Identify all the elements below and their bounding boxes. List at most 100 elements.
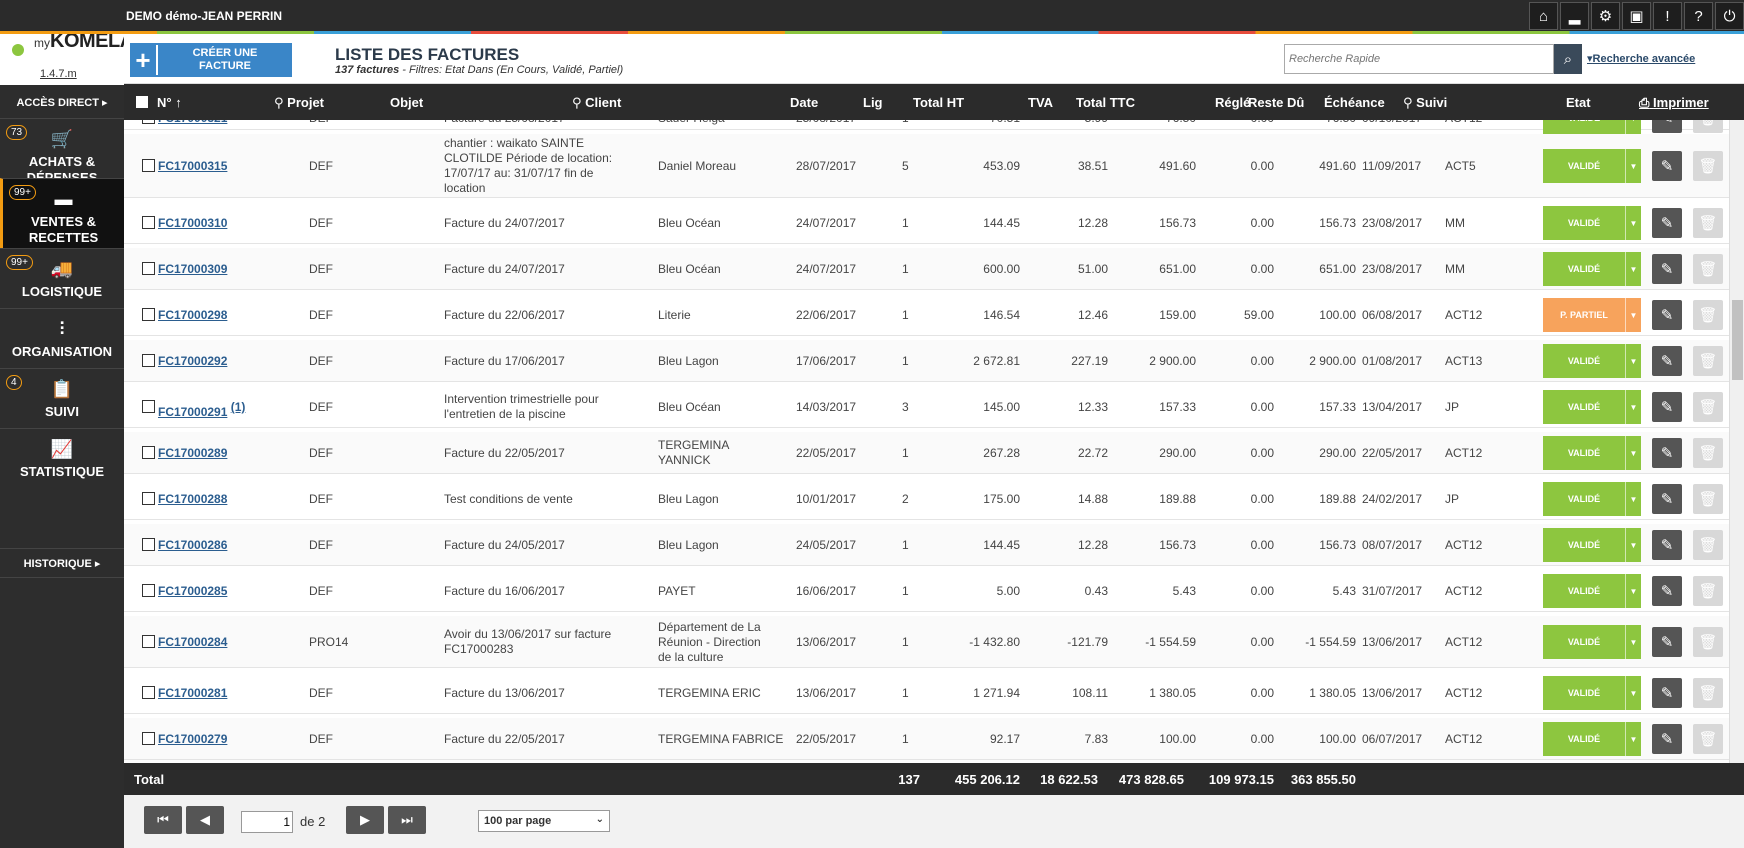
edit-button[interactable]: ✎ bbox=[1652, 724, 1682, 754]
table-row[interactable]: FC17000315 DEF chantier : waikato SAINTE CL… bbox=[124, 134, 1729, 198]
sidebar-item-suivi[interactable]: 4 📋 SUIVI bbox=[0, 368, 124, 428]
alert-button[interactable]: ! bbox=[1653, 2, 1682, 30]
status-dropdown[interactable]: VALIDÉ▼ bbox=[1543, 482, 1641, 516]
table-row[interactable]: FC17000288 DEF Test conditions de vente Ble… bbox=[124, 478, 1729, 520]
col-regle[interactable]: Réglé bbox=[1215, 95, 1250, 110]
status-dropdown[interactable]: VALIDÉ▼ bbox=[1543, 722, 1641, 756]
status-dropdown[interactable]: VALIDÉ▼ bbox=[1543, 625, 1641, 659]
row-checkbox[interactable] bbox=[142, 538, 155, 551]
version-link[interactable]: 1.4.7.m bbox=[40, 68, 77, 80]
col-total-ttc[interactable]: Total TTC bbox=[1076, 95, 1135, 110]
delete-button[interactable]: 🗑 bbox=[1693, 627, 1723, 657]
delete-button[interactable]: 🗑 bbox=[1693, 208, 1723, 238]
attachment-count-link[interactable]: (1) bbox=[231, 400, 246, 414]
per-page-select[interactable]: 100 par page ⌄ bbox=[478, 810, 610, 832]
help-button[interactable]: ? bbox=[1684, 2, 1713, 30]
first-page-button[interactable]: ⏮ bbox=[144, 806, 182, 834]
print-link[interactable]: ⎙ Imprimer bbox=[1639, 95, 1709, 111]
edit-button[interactable]: ✎ bbox=[1652, 392, 1682, 422]
edit-button[interactable]: ✎ bbox=[1652, 346, 1682, 376]
delete-button[interactable]: 🗑 bbox=[1693, 151, 1723, 181]
invoice-number-link[interactable]: FC17000281 bbox=[158, 686, 227, 700]
sidebar-item-achats[interactable]: 73🛒ACHATS &DÉPENSES bbox=[0, 118, 124, 185]
row-checkbox[interactable] bbox=[142, 159, 155, 172]
table-row[interactable]: FC17000281 DEF Facture du 13/06/2017 TERGEM… bbox=[124, 672, 1729, 714]
next-page-button[interactable]: ▶ bbox=[346, 806, 384, 834]
table-scrollbar[interactable] bbox=[1729, 120, 1744, 763]
sidebar-item-logistique[interactable]: 99+ 🚚 LOGISTIQUE bbox=[0, 248, 124, 308]
invoice-number-link[interactable]: FC17000321 bbox=[158, 120, 227, 125]
status-dropdown[interactable]: VALIDÉ▼ bbox=[1543, 528, 1641, 562]
edit-button[interactable]: ✎ bbox=[1652, 576, 1682, 606]
col-num[interactable]: N° ↑ bbox=[157, 95, 182, 110]
edit-button[interactable]: ✎ bbox=[1652, 208, 1682, 238]
invoice-number-link[interactable]: FC17000291 bbox=[158, 405, 227, 419]
col-etat[interactable]: Etat bbox=[1566, 95, 1591, 110]
invoice-number-link[interactable]: FC17000315 bbox=[158, 159, 227, 173]
status-dropdown[interactable]: VALIDÉ▼ bbox=[1543, 436, 1641, 470]
invoice-number-link[interactable]: FC17000285 bbox=[158, 584, 227, 598]
table-row[interactable]: FC17000292 DEF Facture du 17/06/2017 Bleu L… bbox=[124, 340, 1729, 382]
row-checkbox[interactable] bbox=[142, 635, 155, 648]
row-checkbox[interactable] bbox=[142, 400, 155, 413]
status-dropdown[interactable]: VALIDÉ▼ bbox=[1543, 252, 1641, 286]
last-page-button[interactable]: ⏭ bbox=[388, 806, 426, 834]
row-checkbox[interactable] bbox=[142, 584, 155, 597]
invoice-number-link[interactable]: FC17000292 bbox=[158, 354, 227, 368]
col-lig[interactable]: Lig bbox=[863, 95, 883, 110]
table-row[interactable]: FC17000286 DEF Facture du 24/05/2017 Bleu L… bbox=[124, 524, 1729, 566]
invoice-number-link[interactable]: FC17000279 bbox=[158, 732, 227, 746]
status-dropdown[interactable]: P. PARTIEL ▼ bbox=[1543, 298, 1641, 332]
acces-direct-menu[interactable]: ACCÈS DIRECT ▸ bbox=[0, 88, 124, 118]
col-total-ht[interactable]: Total HT bbox=[913, 95, 964, 110]
scrollbar-thumb[interactable] bbox=[1732, 300, 1743, 380]
edit-button[interactable]: ✎ bbox=[1652, 530, 1682, 560]
col-objet[interactable]: Objet bbox=[390, 95, 423, 110]
signal-button[interactable]: ▂ bbox=[1560, 2, 1589, 30]
table-row[interactable]: FC17000309 DEF Facture du 24/07/2017 Bleu O… bbox=[124, 248, 1729, 290]
table-row[interactable]: FC17000289 DEF Facture du 22/05/2017 TERGEM… bbox=[124, 432, 1729, 474]
row-checkbox[interactable] bbox=[142, 262, 155, 275]
delete-button[interactable]: 🗑 bbox=[1693, 438, 1723, 468]
status-dropdown[interactable]: VALIDÉ▼ bbox=[1543, 344, 1641, 378]
home-button[interactable]: ⌂ bbox=[1529, 2, 1558, 30]
edit-button[interactable]: ✎ bbox=[1652, 484, 1682, 514]
col-client[interactable]: ⚲ Client bbox=[572, 95, 621, 111]
row-checkbox[interactable] bbox=[142, 732, 155, 745]
col-suivi[interactable]: ⚲ Suivi bbox=[1403, 95, 1447, 111]
row-checkbox[interactable] bbox=[142, 216, 155, 229]
row-checkbox[interactable] bbox=[142, 492, 155, 505]
sidebar-item-organisation[interactable]: ⫶ ORGANISATION bbox=[0, 308, 124, 368]
prev-page-button[interactable]: ◀ bbox=[186, 806, 224, 834]
row-checkbox[interactable] bbox=[142, 446, 155, 459]
edit-button[interactable]: ✎ bbox=[1652, 678, 1682, 708]
row-checkbox[interactable] bbox=[142, 686, 155, 699]
table-row[interactable]: FC17000310 DEF Facture du 24/07/2017 Bleu O… bbox=[124, 202, 1729, 244]
delete-button[interactable]: 🗑 bbox=[1693, 254, 1723, 284]
advanced-search-link[interactable]: ▾Recherche avancée bbox=[1587, 52, 1695, 65]
edit-button[interactable]: ✎ bbox=[1652, 254, 1682, 284]
row-checkbox[interactable] bbox=[142, 308, 155, 321]
quick-search-input[interactable] bbox=[1284, 44, 1554, 74]
col-date[interactable]: Date bbox=[790, 95, 818, 110]
col-echeance[interactable]: Échéance bbox=[1324, 95, 1385, 110]
table-row[interactable]: FC17000285 DEF Facture du 16/06/2017 PAYET 1… bbox=[124, 570, 1729, 612]
table-row[interactable]: FC17000321 DEF Facture du 25/08/2017 Sauer … bbox=[124, 120, 1729, 135]
invoice-number-link[interactable]: FC17000284 bbox=[158, 635, 227, 649]
status-dropdown[interactable]: VALIDÉ▼ bbox=[1543, 120, 1641, 135]
historique-menu[interactable]: HISTORIQUE ▸ bbox=[0, 548, 124, 578]
edit-button[interactable]: ✎ bbox=[1652, 151, 1682, 181]
row-checkbox[interactable] bbox=[142, 354, 155, 367]
table-row[interactable]: FC17000284 PRO14 Avoir du 13/06/2017 sur f… bbox=[124, 616, 1729, 668]
row-checkbox[interactable] bbox=[142, 120, 155, 124]
page-number-input[interactable] bbox=[241, 811, 293, 833]
delete-button[interactable]: 🗑 bbox=[1693, 576, 1723, 606]
invoice-number-link[interactable]: FC17000298 bbox=[158, 308, 227, 322]
sidebar-item-statistique[interactable]: 📈 STATISTIQUE bbox=[0, 428, 124, 488]
col-reste-du[interactable]: Reste Dû bbox=[1248, 95, 1304, 110]
status-dropdown[interactable]: VALIDÉ▼ bbox=[1543, 390, 1641, 424]
id-card-button[interactable]: ▣ bbox=[1622, 2, 1651, 30]
delete-button[interactable]: 🗑 bbox=[1693, 678, 1723, 708]
gear-button[interactable]: ⚙ bbox=[1591, 2, 1620, 30]
col-tva[interactable]: TVA bbox=[1028, 95, 1053, 110]
